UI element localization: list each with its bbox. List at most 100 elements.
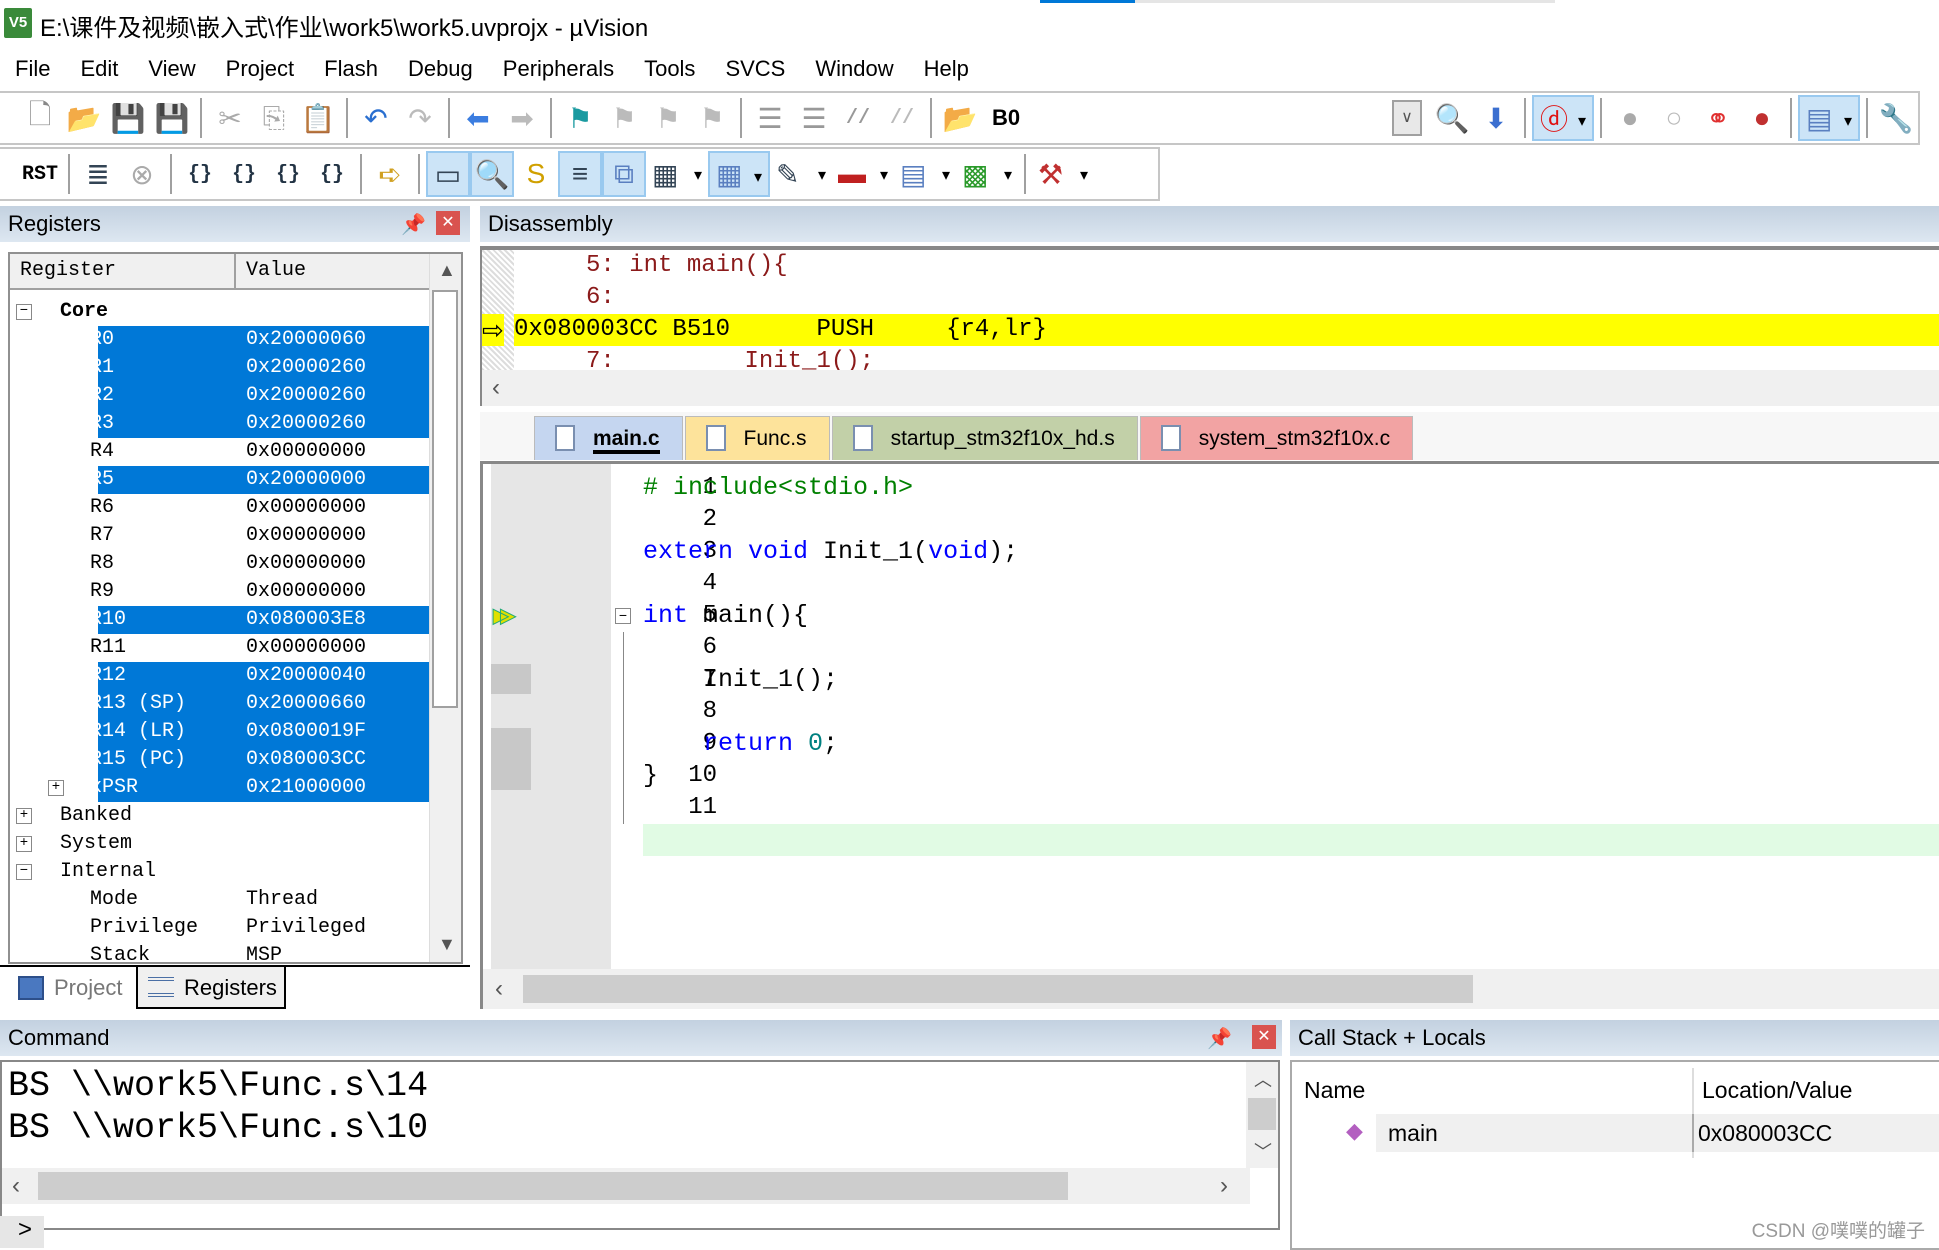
register-row[interactable]: R4 0x00000000 <box>10 438 430 466</box>
scroll-right-icon[interactable]: › <box>1220 1172 1228 1200</box>
menu-flash[interactable]: Flash <box>309 50 393 88</box>
save-button[interactable]: 💾 <box>106 95 150 141</box>
watch-window-button[interactable]: ▦ <box>646 151 708 197</box>
register-row[interactable]: R11 0x00000000 <box>10 634 430 662</box>
system-viewer-button[interactable]: ▩ <box>956 151 1018 197</box>
enable-breakpoint-button[interactable]: ○ <box>1652 95 1696 141</box>
trace-window-button[interactable]: ▤ <box>894 151 956 197</box>
editor-hscrollbar[interactable]: ‹ <box>483 969 1939 1009</box>
register-row[interactable]: + Banked <box>10 802 430 830</box>
scrollbar-thumb[interactable] <box>1248 1098 1276 1130</box>
step-over-button[interactable]: {} <box>222 151 266 197</box>
undo-button[interactable]: ↶ <box>354 95 398 141</box>
code-line[interactable] <box>643 504 1939 536</box>
serial-window-button[interactable]: ✎ <box>770 151 832 197</box>
registers-scrollbar[interactable]: ▲ ▼ <box>429 254 461 962</box>
column-location-value[interactable]: Location/Value <box>1702 1072 1852 1108</box>
configure-button[interactable]: 🔧 <box>1874 95 1918 141</box>
navigate-back-button[interactable]: ⬅ <box>456 95 500 141</box>
code-line[interactable] <box>643 568 1939 600</box>
register-row[interactable]: R14 (LR) 0x0800019F <box>10 718 430 746</box>
paste-button[interactable]: 📋 <box>296 95 340 141</box>
insert-breakpoint-button[interactable]: ● <box>1608 95 1652 141</box>
register-row[interactable]: R13 (SP) 0x20000660 <box>10 690 430 718</box>
menu-peripherals[interactable]: Peripherals <box>488 50 629 88</box>
code-line[interactable]: int main(){ <box>643 600 1939 632</box>
menu-svcs[interactable]: SVCS <box>710 50 800 88</box>
show-next-statement-button[interactable]: ➪ <box>368 151 412 197</box>
code-line[interactable]: return 0; <box>643 728 1939 760</box>
clear-bookmarks-button[interactable]: ⚑ <box>690 95 734 141</box>
navigate-forward-button[interactable]: ➡ <box>500 95 544 141</box>
register-row[interactable]: R6 0x00000000 <box>10 494 430 522</box>
tab-system-stm32f10x-c[interactable]: system_stm32f10x.c <box>1139 416 1414 460</box>
indent-button[interactable]: ☰ <box>748 95 792 141</box>
command-hscrollbar[interactable]: ‹ › <box>2 1168 1250 1204</box>
code-line[interactable]: # include<stdio.h> <box>643 472 1939 504</box>
scroll-down-icon[interactable]: ▼ <box>438 934 456 955</box>
register-row[interactable]: − Core <box>10 298 430 326</box>
scroll-up-icon[interactable]: ︿ <box>1254 1066 1272 1092</box>
run-button[interactable]: ≣ <box>76 151 120 197</box>
code-editor[interactable]: 123456789101112 # include<stdio.h>extern… <box>480 461 1939 1009</box>
tab-registers[interactable]: Registers <box>136 967 286 1009</box>
register-row[interactable]: R2 0x20000260 <box>10 382 430 410</box>
register-row[interactable]: R10 0x080003E8 <box>10 606 430 634</box>
unindent-button[interactable]: ☰ <box>792 95 836 141</box>
menu-file[interactable]: File <box>0 50 65 88</box>
expand-icon[interactable]: + <box>16 836 32 852</box>
toolbox-button[interactable]: ⚒ <box>1032 151 1094 197</box>
command-input[interactable]: > <box>0 1216 44 1248</box>
target-dropdown[interactable]: ∨ <box>1392 100 1422 136</box>
scrollbar-thumb[interactable] <box>38 1172 1068 1200</box>
code-line[interactable] <box>643 824 1939 856</box>
register-row[interactable]: + System <box>10 830 430 858</box>
fold-collapse-icon[interactable]: − <box>615 608 631 624</box>
column-name[interactable]: Name <box>1304 1072 1365 1108</box>
copy-button[interactable]: ⎘ <box>252 95 296 141</box>
pin-icon[interactable]: 📌 <box>1207 1026 1232 1051</box>
code-line[interactable] <box>643 632 1939 664</box>
stop-button[interactable]: ⊗ <box>120 151 164 197</box>
reset-button[interactable]: RST <box>18 151 62 197</box>
register-row[interactable]: R9 0x00000000 <box>10 578 430 606</box>
scroll-up-icon[interactable]: ▲ <box>438 260 456 281</box>
collapse-icon[interactable]: − <box>16 304 32 320</box>
uncomment-button[interactable]: // <box>880 95 924 141</box>
disassembly-line[interactable]: 0x080003CC B510 PUSH {r4,lr} <box>514 314 1939 346</box>
menu-debug[interactable]: Debug <box>393 50 488 88</box>
menu-window[interactable]: Window <box>800 50 908 88</box>
scrollbar-thumb[interactable] <box>432 290 458 708</box>
scroll-down-icon[interactable]: ﹀ <box>1254 1138 1272 1164</box>
menu-tools[interactable]: Tools <box>629 50 710 88</box>
save-all-button[interactable]: 💾 <box>150 95 194 141</box>
new-file-button[interactable]: 🗋 <box>18 95 62 141</box>
register-row[interactable]: R12 0x20000040 <box>10 662 430 690</box>
window-layout-button[interactable]: ▤ <box>1798 95 1860 141</box>
cut-button[interactable]: ✂ <box>208 95 252 141</box>
expand-icon[interactable]: + <box>16 808 32 824</box>
column-register[interactable]: Register <box>10 254 236 288</box>
scroll-left-icon[interactable]: ‹ <box>495 975 503 1003</box>
register-row[interactable]: + xPSR 0x21000000 <box>10 774 430 802</box>
register-row[interactable]: R1 0x20000260 <box>10 354 430 382</box>
incremental-find-button[interactable]: ⬇ <box>1474 95 1518 141</box>
disassembly-view[interactable]: 5: int main(){ 6: 0x080003CC B510 PUSH {… <box>480 246 1939 375</box>
comment-button[interactable]: // <box>836 95 880 141</box>
next-bookmark-button[interactable]: ⚑ <box>646 95 690 141</box>
prev-bookmark-button[interactable]: ⚑ <box>602 95 646 141</box>
redo-button[interactable]: ↷ <box>398 95 442 141</box>
register-row[interactable]: Stack MSP <box>10 942 430 962</box>
scroll-left-icon[interactable]: ‹ <box>12 1172 20 1200</box>
step-out-button[interactable]: {} <box>266 151 310 197</box>
analysis-window-button[interactable]: ▬ <box>832 151 894 197</box>
code-line[interactable]: Init_1(); <box>643 664 1939 696</box>
pin-icon[interactable]: 📌 <box>401 212 426 237</box>
step-into-button[interactable]: {} <box>178 151 222 197</box>
register-row[interactable]: R3 0x20000260 <box>10 410 430 438</box>
column-value[interactable]: Value <box>236 254 430 288</box>
menu-view[interactable]: View <box>133 50 210 88</box>
register-row[interactable]: − Internal <box>10 858 430 886</box>
code-line[interactable] <box>643 792 1939 824</box>
find-button[interactable]: 🔍 <box>1430 95 1474 141</box>
